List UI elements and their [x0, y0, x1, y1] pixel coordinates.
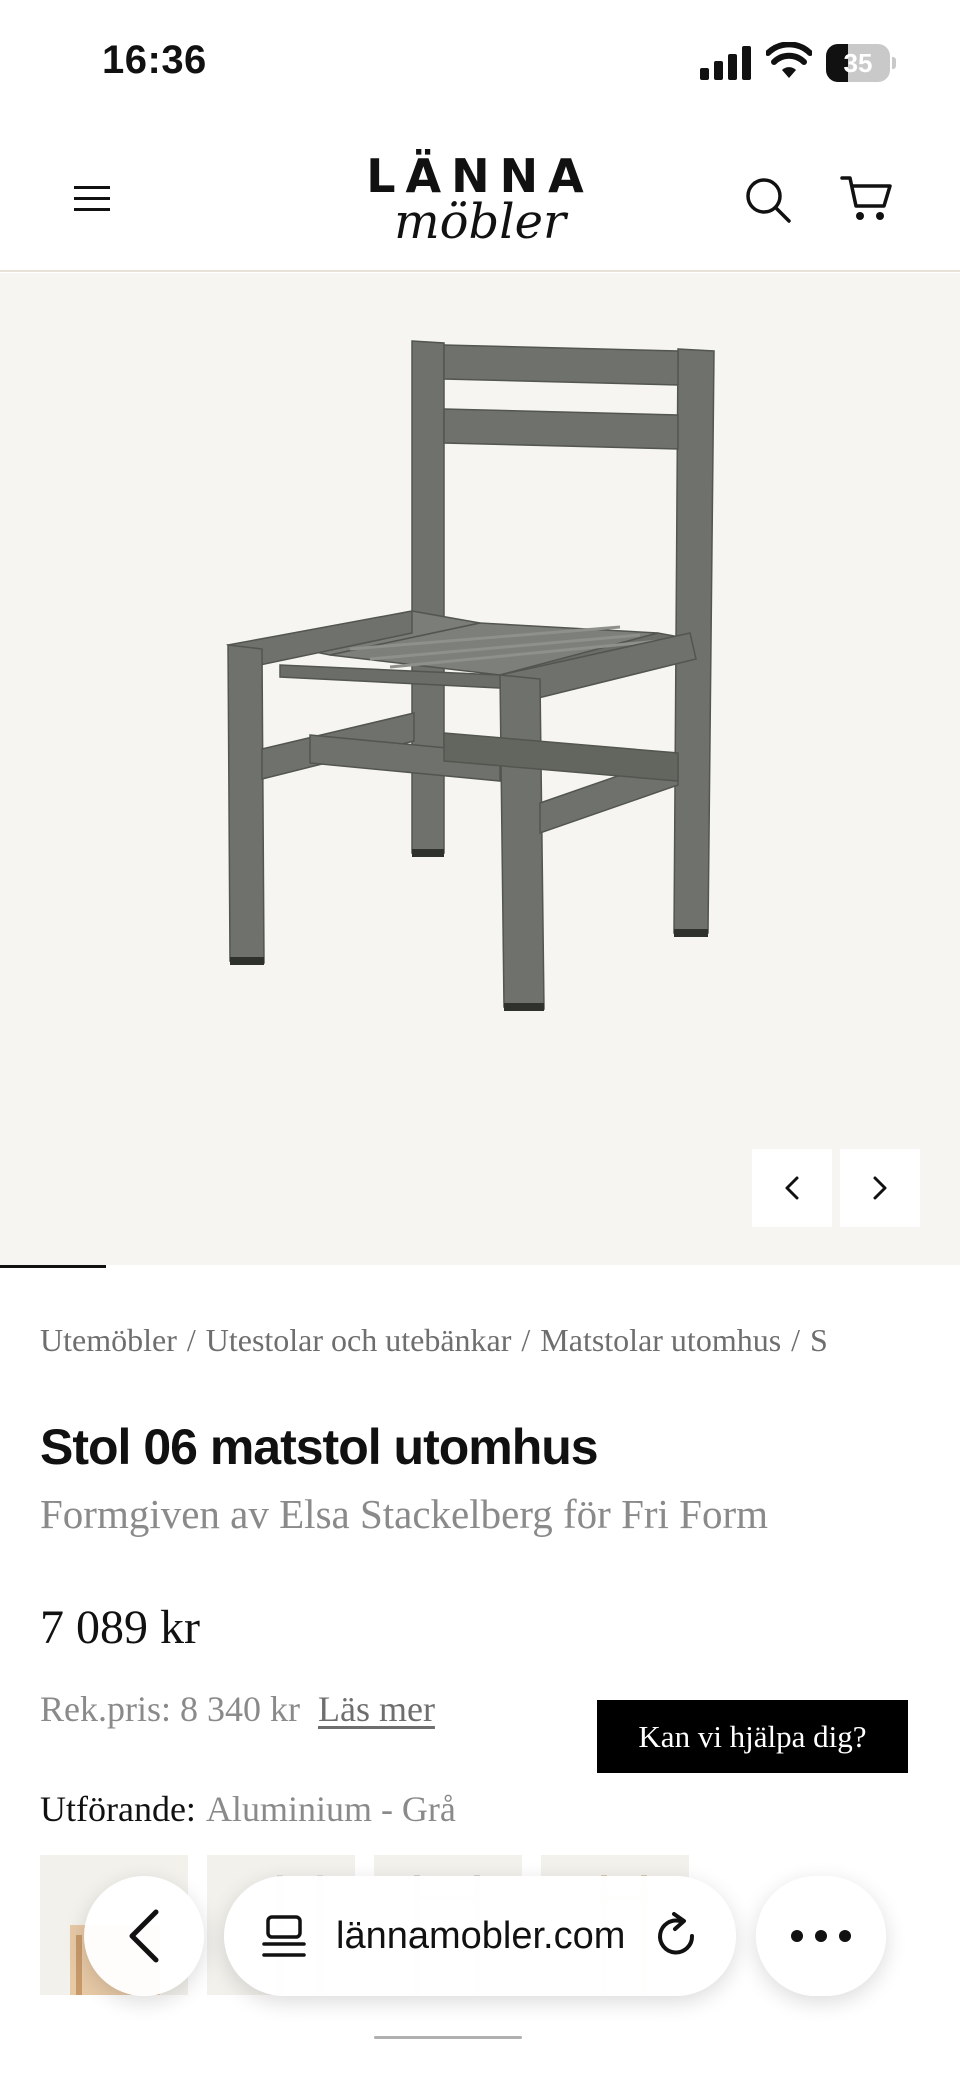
more-icon	[791, 1930, 851, 1942]
battery-level: 35	[843, 48, 873, 78]
wifi-icon	[766, 42, 812, 78]
product-title: Stol 06 matstol utomhus	[40, 1419, 599, 1475]
chevron-right-icon	[873, 1176, 887, 1200]
signal-icon	[700, 46, 751, 80]
status-bar: 16:36 35	[0, 0, 960, 120]
help-chat-button[interactable]: Kan vi hjälpa dig?	[597, 1700, 908, 1773]
site-logo[interactable]: LÄNNA möbler	[300, 150, 660, 250]
browser-url-bar[interactable]: lännamobler.com	[224, 1876, 736, 1996]
breadcrumb-item[interactable]: Matstolar utomhus	[540, 1322, 781, 1358]
url-text[interactable]: lännamobler.com	[336, 1910, 636, 1962]
cart-icon[interactable]	[840, 172, 892, 224]
recommended-price: Rek.pris: 8 340 kr	[40, 1689, 300, 1729]
browser-more-button[interactable]	[756, 1876, 886, 1996]
product-price: 7 089 kr	[40, 1601, 200, 1654]
battery-icon: 35	[826, 44, 896, 82]
product-image-chair	[225, 340, 715, 1011]
product-gallery[interactable]	[0, 273, 960, 1267]
variant-row: Utförande: Aluminium - Grå	[40, 1788, 456, 1830]
reload-icon[interactable]	[652, 1912, 702, 1962]
breadcrumb: Utemöbler / Utestolar och utebänkar / Matsto…	[40, 1322, 828, 1358]
gallery-next-button[interactable]	[840, 1149, 920, 1227]
gallery-progress-indicator	[0, 1265, 106, 1268]
variant-value: Aluminium - Grå	[205, 1789, 456, 1829]
logo-subtitle: möbler	[394, 194, 566, 250]
breadcrumb-item[interactable]: Utestolar och utebänkar	[206, 1322, 512, 1358]
breadcrumb-item[interactable]: Utemöbler	[40, 1322, 177, 1358]
tabs-icon[interactable]	[260, 1914, 308, 1960]
site-header: LÄNNA möbler	[0, 120, 960, 272]
read-more-link[interactable]: Läs mer	[318, 1689, 435, 1729]
status-time: 16:36	[102, 38, 207, 82]
variant-label: Utförande:	[40, 1789, 196, 1829]
recommended-price-row: Rek.pris: 8 340 kr Läs mer	[40, 1688, 435, 1730]
browser-back-button[interactable]	[84, 1876, 204, 1996]
gallery-progress-track	[0, 1265, 960, 1267]
product-designer: Formgiven av Elsa Stackelberg för Fri Fo…	[40, 1491, 769, 1537]
gallery-prev-button[interactable]	[752, 1149, 832, 1227]
chevron-left-icon	[785, 1176, 799, 1200]
search-icon[interactable]	[744, 176, 792, 224]
back-icon	[129, 1909, 159, 1963]
menu-icon[interactable]	[72, 182, 114, 214]
breadcrumb-item[interactable]: S	[810, 1322, 828, 1358]
home-indicator	[374, 2036, 522, 2039]
